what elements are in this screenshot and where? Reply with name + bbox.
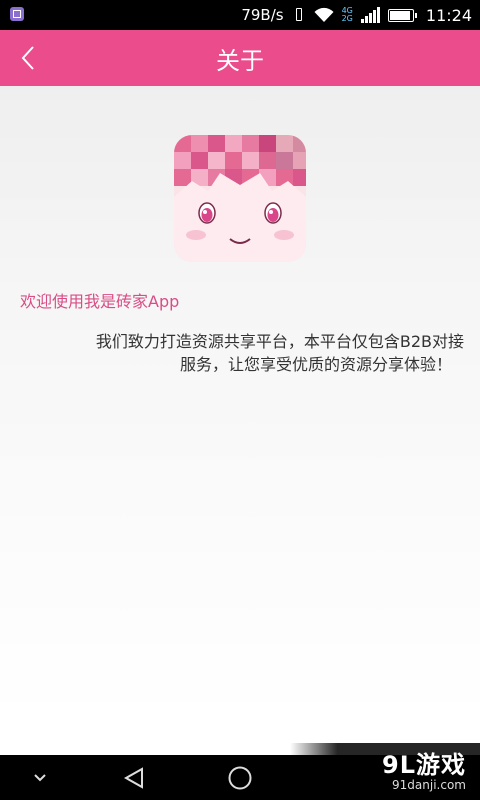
nav-home-button[interactable] — [218, 755, 262, 800]
back-button[interactable] — [8, 36, 48, 80]
app-logo-image — [174, 135, 306, 262]
home-circle-icon — [228, 766, 252, 789]
watermark: 9L游戏 91danji.com — [290, 743, 480, 800]
welcome-text: 欢迎使用我是砖家App — [20, 292, 180, 311]
battery-fill — [389, 10, 410, 20]
nav-back-button[interactable] — [112, 755, 156, 800]
mobile-network-icon: 4G 2G — [342, 7, 353, 23]
clock: 11:24 — [425, 5, 472, 25]
chevron-down-icon — [34, 773, 46, 781]
status-bar: 79B/s 4G 2G 11:24 — [0, 0, 480, 30]
app-logo — [174, 135, 306, 262]
watermark-url: 91danji.com — [392, 777, 466, 792]
battery-icon — [387, 8, 417, 22]
signal-icon — [360, 7, 380, 23]
description: 我们致力打造资源共享平台，本平台仅包含B2B对接 服务，让您享受优质的资源分享体… — [24, 330, 464, 376]
wifi-icon — [314, 7, 334, 22]
network-speed: 79B/s — [241, 6, 284, 24]
description-line-2: 服务，让您享受优质的资源分享体验！ — [179, 355, 452, 374]
back-triangle-icon — [123, 766, 143, 789]
chevron-left-icon — [21, 46, 34, 70]
title-bar: 关于 — [0, 30, 480, 86]
hide-keyboard-button[interactable] — [20, 755, 60, 800]
gallery-icon — [10, 7, 26, 23]
description-line-1: 我们致力打造资源共享平台，本平台仅包含B2B对接 — [95, 332, 464, 351]
about-screen: 79B/s 4G 2G 11:24 关于 欢迎使用我是砖家App 我们致力打造资… — [0, 0, 480, 800]
watermark-logo-text: 9L游戏 — [382, 750, 466, 779]
vibrate-icon — [292, 7, 306, 23]
network-2g-label: 2G — [341, 14, 353, 23]
page-title: 关于 — [216, 46, 264, 75]
